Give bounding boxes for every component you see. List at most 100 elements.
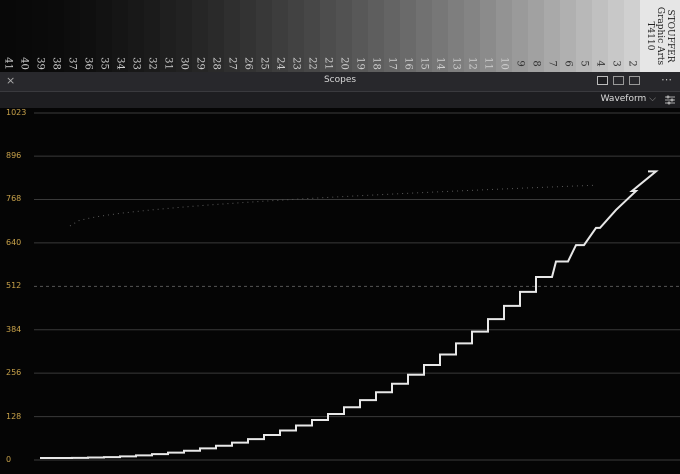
wedge-step: 16: [400, 0, 416, 72]
waveform-trace: [40, 170, 659, 459]
wedge-step: 24: [272, 0, 288, 72]
chevron-down-icon: ⌵: [649, 94, 656, 104]
scope-toolbar: Waveform ⌵: [0, 92, 680, 108]
wedge-step: 5: [576, 0, 592, 72]
wedge-step-number: 21: [322, 57, 334, 70]
wedge-step-number: 4: [594, 60, 606, 67]
wedge-step-number: 28: [210, 57, 222, 70]
wedge-step-number: 7: [546, 60, 558, 67]
wedge-step-number: 30: [178, 57, 190, 70]
step-wedge-label: STOUFFER Graphic Arts T4110: [640, 0, 680, 72]
scale-label: 768: [6, 194, 22, 204]
wedge-step-number: 20: [338, 57, 350, 70]
wedge-step: 20: [336, 0, 352, 72]
wedge-step-number: 41: [2, 57, 14, 70]
wedge-step: 38: [48, 0, 64, 72]
wedge-step-number: 13: [450, 57, 462, 70]
scale-label: 256: [6, 368, 22, 378]
wedge-step: 7: [544, 0, 560, 72]
wedge-step-number: 40: [18, 57, 30, 70]
wedge-step: 18: [368, 0, 384, 72]
quad-view-icon[interactable]: [629, 76, 640, 85]
wedge-step-number: 37: [66, 57, 78, 70]
waveform-graph: [34, 112, 680, 461]
wedge-step: 37: [64, 0, 80, 72]
wedge-step-number: 38: [50, 57, 62, 70]
wedge-step-number: 24: [274, 57, 286, 70]
scopes-title-bar: × Scopes ⋯: [0, 72, 680, 92]
wedge-step: 31: [160, 0, 176, 72]
scope-type-label: Waveform: [600, 94, 647, 104]
wedge-step: 8: [528, 0, 544, 72]
scale-label: 1023: [6, 108, 27, 117]
wedge-step-number: 33: [130, 57, 142, 70]
wedge-step: 11: [480, 0, 496, 72]
wedge-step-number: 11: [482, 57, 494, 70]
wedge-step: 2: [624, 0, 640, 72]
wedge-step-number: 35: [98, 57, 110, 70]
wedge-step: 22: [304, 0, 320, 72]
label-line-2: Graphic Arts: [655, 6, 665, 66]
scale-label: 640: [6, 237, 22, 247]
step-wedge-steps: 41 40 39 38 37 36 35 34 33 32 31 30 29 28 27 26 25 24 23 22…: [0, 0, 640, 72]
wedge-step: 19: [352, 0, 368, 72]
wedge-step-number: 8: [530, 60, 542, 67]
wedge-step: 41: [0, 0, 16, 72]
wedge-step: 39: [32, 0, 48, 72]
wedge-step: 28: [208, 0, 224, 72]
dual-view-icon[interactable]: [613, 76, 624, 85]
wedge-step-number: 16: [402, 57, 414, 70]
wedge-step-number: 23: [290, 57, 302, 70]
scale-label: 896: [6, 151, 22, 161]
wedge-step-number: 17: [386, 57, 398, 70]
wedge-step: 14: [432, 0, 448, 72]
wedge-step: 15: [416, 0, 432, 72]
scope-type-dropdown[interactable]: Waveform ⌵: [601, 94, 656, 104]
wedge-step: 13: [448, 0, 464, 72]
panel-title: Scopes: [323, 75, 357, 85]
wedge-step-number: 22: [306, 57, 318, 70]
wedge-step-number: 25: [258, 57, 270, 70]
wedge-step: 32: [144, 0, 160, 72]
wedge-step-number: 27: [226, 57, 238, 70]
wedge-step-number: 15: [418, 57, 430, 70]
wedge-step-number: 32: [146, 57, 158, 70]
wedge-step: 33: [128, 0, 144, 72]
wedge-step: 17: [384, 0, 400, 72]
wedge-step-number: 3: [610, 60, 622, 67]
wedge-step: 12: [464, 0, 480, 72]
wedge-step-number: 6: [562, 60, 574, 67]
sliders-icon[interactable]: [664, 94, 676, 106]
wedge-step-number: 14: [434, 57, 446, 70]
wedge-step-number: 39: [34, 57, 46, 70]
waveform-faint-trace: [69, 184, 596, 227]
wedge-step-number: 19: [354, 57, 366, 70]
label-line-1: STOUFFER: [665, 9, 675, 63]
waveform-scope: 1023 896 768 640 512 384 256 128 0: [0, 108, 680, 474]
single-view-icon[interactable]: [597, 76, 608, 85]
wedge-step-number: 29: [194, 57, 206, 70]
wedge-step-number: 2: [626, 60, 638, 67]
wedge-step: 4: [592, 0, 608, 72]
wedge-step-number: 31: [162, 57, 174, 70]
wedge-step-number: 36: [82, 57, 94, 70]
wedge-step-number: 5: [578, 60, 590, 67]
label-line-3: T4110: [645, 21, 655, 51]
wedge-step: 35: [96, 0, 112, 72]
more-options-icon[interactable]: ⋯: [661, 73, 672, 86]
scale-label: 0: [6, 455, 12, 464]
wedge-step: 21: [320, 0, 336, 72]
wedge-step: 23: [288, 0, 304, 72]
wedge-step: 26: [240, 0, 256, 72]
wedge-step-number: 34: [114, 57, 126, 70]
wedge-step: 3: [608, 0, 624, 72]
wedge-step: 10: [496, 0, 512, 72]
wedge-step: 30: [176, 0, 192, 72]
wedge-step: 25: [256, 0, 272, 72]
scale-label: 384: [6, 324, 22, 334]
wedge-step-number: 26: [242, 57, 254, 70]
wedge-step-number: 10: [498, 57, 510, 70]
wedge-step-number: 9: [514, 60, 526, 67]
wedge-step: 34: [112, 0, 128, 72]
wedge-step-number: 18: [370, 57, 382, 70]
